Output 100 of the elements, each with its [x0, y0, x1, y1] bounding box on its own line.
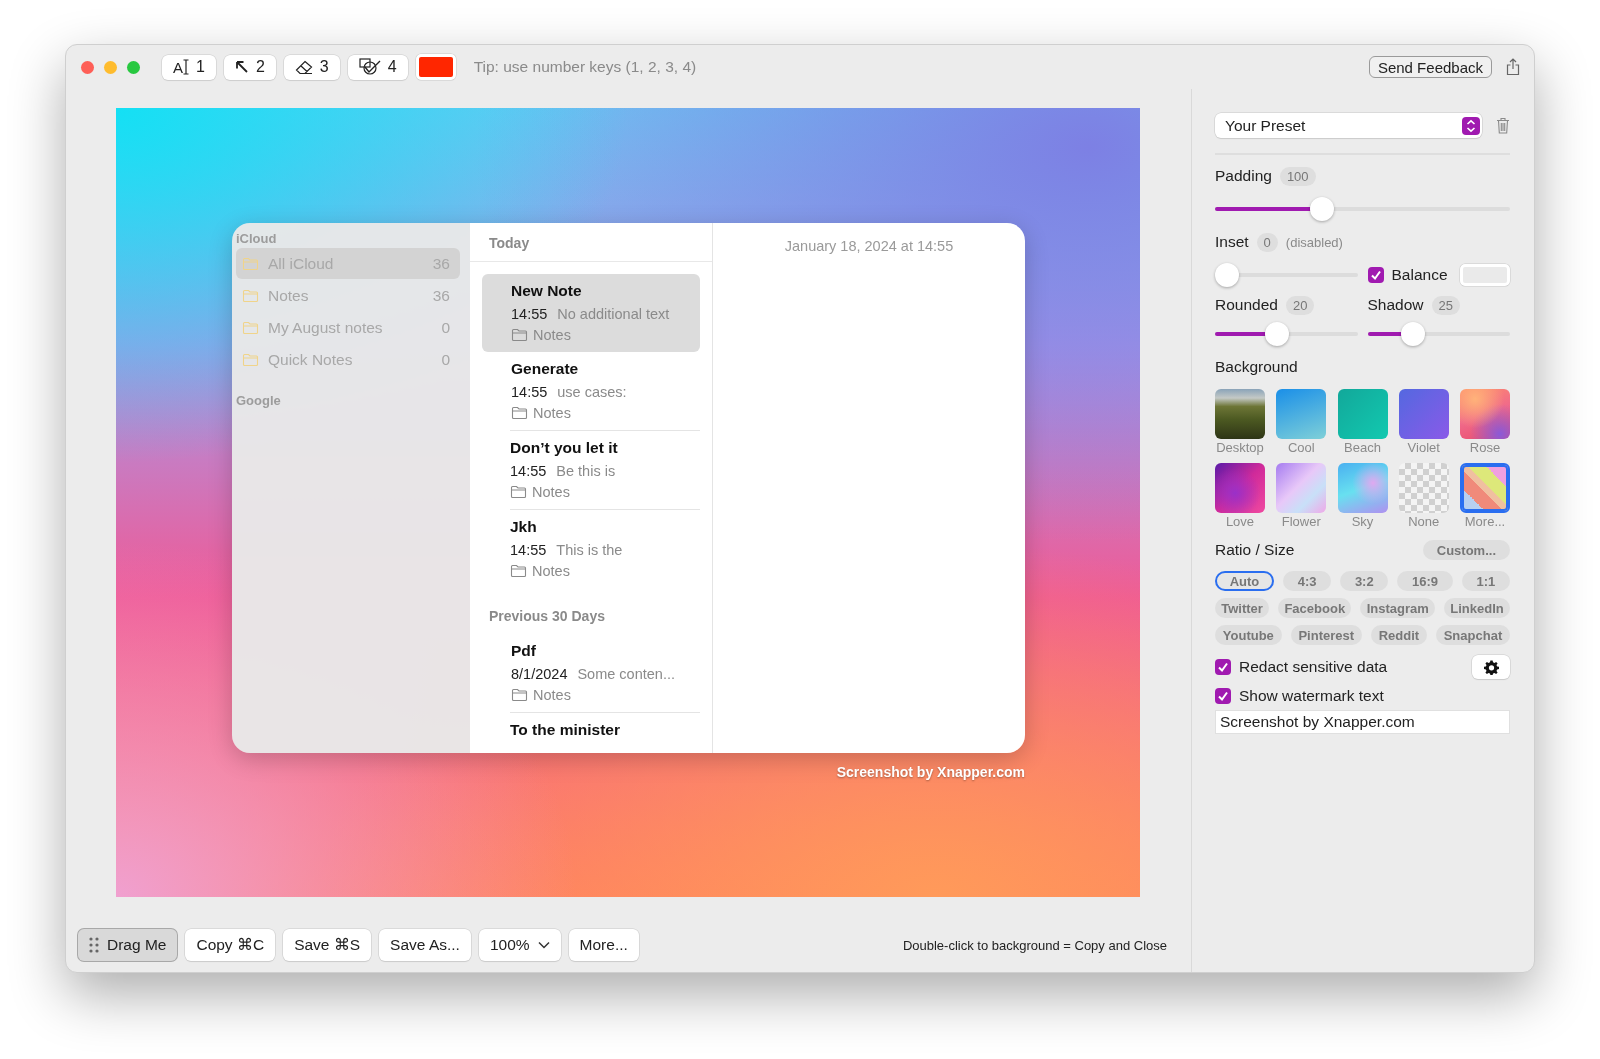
color-well[interactable] [1460, 264, 1510, 286]
checkbox[interactable] [1215, 688, 1231, 704]
note-item[interactable]: To the minister [510, 712, 700, 749]
ratio-chip[interactable]: 4:3 [1283, 571, 1332, 591]
drag-button[interactable]: Drag Me [78, 929, 178, 961]
value-badge: 20 [1285, 295, 1315, 315]
stepper-icon [1462, 116, 1480, 135]
value-badge: 100 [1279, 166, 1316, 186]
sidebar-item[interactable]: Notes 36 [236, 280, 460, 311]
background-option[interactable]: Rose [1460, 389, 1510, 455]
arrow-pointer-icon [234, 60, 249, 74]
sidebar-item[interactable]: Quick Notes 0 [236, 344, 460, 375]
folder-icon [510, 484, 527, 499]
slider-thumb[interactable] [1264, 322, 1289, 346]
folder-icon [510, 563, 527, 578]
checkbox-label: Show watermark text [1239, 687, 1384, 705]
slider-thumb[interactable] [1400, 322, 1425, 346]
value-badge: 0 [1256, 232, 1278, 252]
arrow-tool-button[interactable]: 2 [223, 54, 276, 80]
settings-icon [1483, 659, 1499, 675]
shadow-slider[interactable] [1367, 322, 1510, 346]
note-item[interactable]: Jkh 14:55 This is the Notes [510, 509, 700, 588]
inset-slider[interactable] [1215, 263, 1358, 287]
preview-canvas[interactable] [116, 108, 1140, 897]
feedback-button[interactable]: Send Feedback [1368, 56, 1492, 78]
ratio-chip[interactable]: LinkedIn [1444, 598, 1510, 618]
section-heading: Today [470, 223, 712, 262]
action-button[interactable]: More... [568, 929, 639, 961]
value-badge: 25 [1431, 295, 1460, 315]
chevron-down-icon [537, 941, 550, 949]
ratio-chip[interactable]: 1:1 [1461, 571, 1510, 591]
sidebar-item[interactable]: My August notes 0 [236, 312, 460, 343]
setting-label: Shadow [1367, 296, 1424, 314]
zoom-dropdown[interactable]: 100% [478, 929, 561, 961]
folder-icon [511, 687, 528, 702]
background-option[interactable]: More... [1460, 463, 1510, 529]
ratio-chip[interactable]: Reddit [1370, 625, 1427, 645]
hint-text: Double-click to background = Copy and Close [902, 937, 1167, 953]
action-button[interactable]: Copy ⌘C [185, 929, 276, 961]
eraser-icon [294, 59, 313, 75]
watermark-input-field[interactable]: Screenshot by Xnapper.com [1215, 710, 1510, 734]
background-option[interactable]: Cool [1276, 389, 1327, 455]
note-item[interactable]: Pdf 8/1/2024 Some conten... Notes [482, 634, 700, 712]
checkbox-label: Redact sensitive data [1239, 658, 1388, 676]
ratio-chip[interactable]: Snapchat [1435, 625, 1510, 645]
slider-thumb[interactable] [1309, 197, 1334, 221]
color-swatch[interactable] [415, 54, 456, 80]
checkbox-label: Balance [1391, 266, 1448, 284]
note-date: January 18, 2024 at 14:55 [784, 238, 954, 256]
background-option[interactable]: Desktop [1215, 389, 1265, 455]
custom-size-button[interactable]: Custom... [1422, 540, 1510, 560]
share-icon[interactable] [1506, 58, 1520, 76]
setting-label: Rounded [1215, 296, 1278, 314]
ratio-chip[interactable]: 3:2 [1340, 571, 1389, 591]
shapes-tool-button[interactable]: 4 [347, 54, 408, 80]
checkbox[interactable] [1367, 267, 1384, 283]
folder-icon [511, 327, 528, 342]
shapes-icon [358, 58, 381, 76]
background-option[interactable]: Love [1215, 463, 1265, 529]
watermark-text: Screenshot by Xnapper.com [836, 764, 1025, 780]
ratio-chip[interactable]: Instagram [1360, 598, 1436, 618]
checkbox[interactable] [1215, 659, 1231, 675]
ratio-chip[interactable]: Facebook [1278, 598, 1352, 618]
background-option[interactable]: Sky [1337, 463, 1388, 529]
setting-label: Inset [1215, 233, 1249, 251]
folder-icon [242, 352, 259, 367]
background-option[interactable]: None [1398, 463, 1449, 529]
padding-slider[interactable] [1215, 197, 1510, 221]
ratio-chip[interactable]: Twitter [1215, 598, 1270, 618]
note-item[interactable]: Generate 14:55 use cases: Notes [482, 352, 700, 430]
ratio-chip[interactable]: 16:9 [1397, 571, 1453, 591]
ratio-chip[interactable]: Auto [1215, 571, 1274, 591]
sidebar-heading: Google [236, 392, 282, 410]
eraser-tool-button[interactable]: 3 [283, 54, 340, 80]
folder-icon [242, 320, 259, 335]
folder-icon [511, 405, 528, 420]
tip-text: Tip: use number keys (1, 2, 3, 4) [473, 58, 697, 76]
background-option[interactable]: Flower [1276, 463, 1327, 529]
folder-icon [242, 288, 259, 303]
settings-button[interactable] [1472, 655, 1510, 679]
folder-icon [242, 256, 259, 271]
action-button[interactable]: Save As... [379, 929, 471, 961]
zoom-button[interactable] [127, 60, 140, 74]
preset-select[interactable]: Your Preset [1215, 113, 1482, 138]
close-button[interactable] [81, 60, 94, 74]
note-item[interactable]: New Note 14:55 No additional text Notes [482, 274, 700, 352]
background-option[interactable]: Violet [1398, 389, 1449, 455]
section-heading: Previous 30 Days [488, 607, 606, 626]
text-cursor-icon [183, 59, 189, 75]
slider-thumb[interactable] [1215, 263, 1239, 287]
ratio-chip[interactable]: Youtube [1215, 625, 1282, 645]
background-option[interactable]: Beach [1337, 389, 1388, 455]
trash-icon[interactable] [1496, 117, 1510, 134]
sidebar-heading: iCloud [236, 230, 278, 248]
note-item[interactable]: Don’t you let it 14:55 Be this is Notes [510, 430, 700, 509]
section-heading: Background [1215, 358, 1298, 376]
action-button[interactable]: Save ⌘S [283, 929, 372, 961]
ratio-chip[interactable]: Pinterest [1290, 625, 1362, 645]
rounded-slider[interactable] [1215, 322, 1358, 346]
text-tool-button[interactable]: A 1 [162, 54, 216, 80]
